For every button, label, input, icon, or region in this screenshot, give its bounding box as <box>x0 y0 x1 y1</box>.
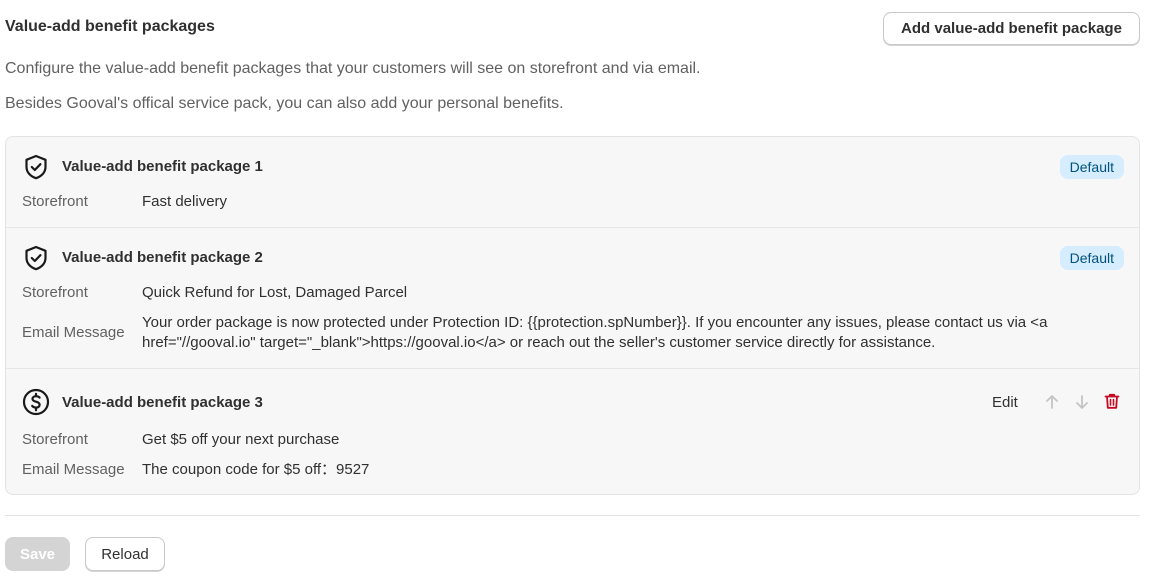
email-message-label: Email Message <box>22 324 125 341</box>
storefront-label: Storefront <box>22 284 88 301</box>
add-package-button[interactable]: Add value-add benefit package <box>883 12 1140 45</box>
package-1: Value-add benefit package 1 Default Stor… <box>6 137 1139 228</box>
package-title: Value-add benefit package 1 <box>62 158 263 175</box>
trash-icon[interactable] <box>1103 392 1121 410</box>
storefront-value: Quick Refund for Lost, Damaged Parcel <box>142 284 408 301</box>
description-line-2: Besides Gooval's offical service pack, y… <box>5 95 564 112</box>
page-title: Value-add benefit packages <box>5 18 215 35</box>
arrow-up-icon[interactable] <box>1043 393 1061 411</box>
shield-check-icon <box>25 245 47 271</box>
default-badge: Default <box>1059 246 1124 270</box>
email-message-value: The coupon code for $5 off：9527 <box>142 461 370 478</box>
default-badge: Default <box>1059 155 1124 179</box>
packages-card: Value-add benefit package 1 Default Stor… <box>5 136 1140 495</box>
email-message-value: Your order package is now protected unde… <box>142 314 1048 351</box>
edit-button[interactable]: Edit <box>992 394 1018 411</box>
storefront-label: Storefront <box>22 193 88 210</box>
package-3: Value-add benefit package 3 Edit Storefr… <box>6 369 1139 494</box>
package-title: Value-add benefit package 2 <box>62 249 263 266</box>
arrow-down-icon[interactable] <box>1073 393 1091 411</box>
dollar-circle-icon <box>22 388 50 416</box>
email-message-label: Email Message <box>22 461 125 478</box>
storefront-value: Fast delivery <box>142 193 228 210</box>
reload-button[interactable]: Reload <box>85 537 165 571</box>
divider <box>5 515 1140 516</box>
package-title: Value-add benefit package 3 <box>62 394 263 411</box>
save-button[interactable]: Save <box>5 537 70 571</box>
description-line-1: Configure the value-add benefit packages… <box>5 60 701 77</box>
storefront-label: Storefront <box>22 431 88 448</box>
storefront-value: Get $5 off your next purchase <box>142 431 340 448</box>
package-2: Value-add benefit package 2 Default Stor… <box>6 228 1139 369</box>
shield-check-icon <box>25 154 47 180</box>
